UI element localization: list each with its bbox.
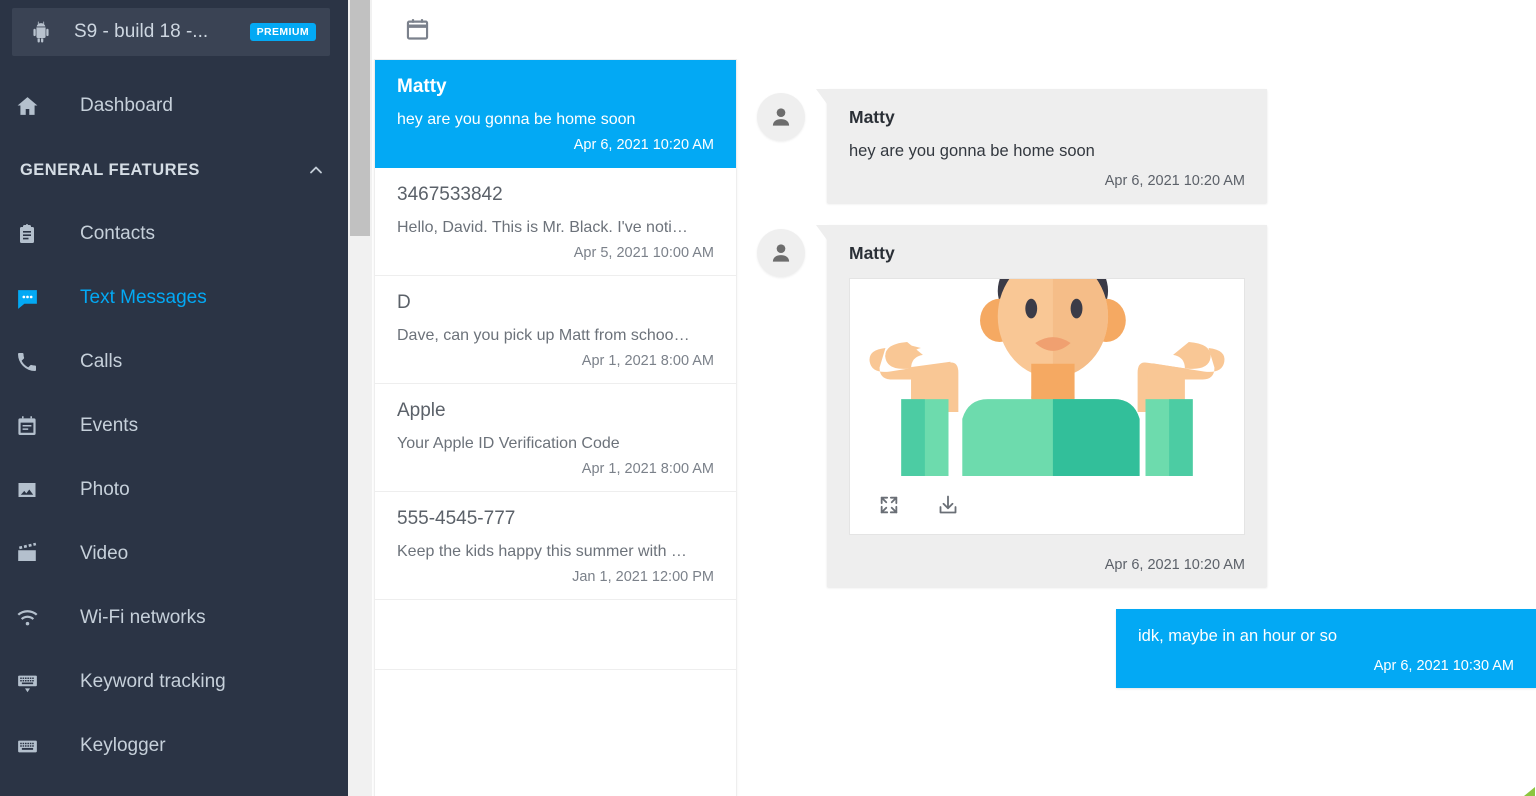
calendar-icon xyxy=(12,411,42,441)
message-row: Matty hey are you gonna be home soon Apr… xyxy=(737,89,1536,203)
page-scrollbar-track[interactable] xyxy=(348,0,372,796)
message-text: idk, maybe in an hour or so xyxy=(1138,627,1338,645)
conversation-snippet: Your Apple ID Verification Code xyxy=(397,435,620,452)
conversation-item[interactable] xyxy=(375,600,736,670)
topbar xyxy=(372,0,1536,59)
message-date: Apr 6, 2021 10:30 AM xyxy=(1373,658,1514,674)
sidebar-item-label: Keylogger xyxy=(80,735,166,756)
sidebar-item-text-messages[interactable]: Text Messages xyxy=(0,266,348,330)
video-icon xyxy=(12,539,42,569)
conversation-item[interactable]: 555-4545-777 Keep the kids happy this su… xyxy=(375,492,736,600)
message-date: Apr 6, 2021 10:20 AM xyxy=(1104,557,1245,573)
message-thread: Matty hey are you gonna be home soon Apr… xyxy=(737,59,1536,796)
message-sender: Matty xyxy=(849,107,895,127)
conversation-name: 555-4545-777 xyxy=(397,508,516,529)
sidebar-item-contacts[interactable]: Contacts xyxy=(0,202,348,266)
wifi-icon xyxy=(12,603,42,633)
conversation-snippet: Hello, David. This is Mr. Black. I've no… xyxy=(397,219,688,236)
conversation-name: D xyxy=(397,292,411,313)
page-scrollbar-thumb[interactable] xyxy=(350,0,370,236)
sidebar-section-label: GENERAL FEATURES xyxy=(20,160,200,179)
conversation-item[interactable]: D Dave, can you pick up Matt from schoo…… xyxy=(375,276,736,384)
sidebar-item-dashboard[interactable]: Dashboard xyxy=(0,74,348,138)
corner-accent-marker xyxy=(1522,784,1536,796)
message-date: Apr 6, 2021 10:20 AM xyxy=(1104,173,1245,189)
sidebar-item-keylogger[interactable]: Keylogger xyxy=(0,714,348,778)
conversation-snippet: Dave, can you pick up Matt from schoo… xyxy=(397,327,690,344)
message-text: hey are you gonna be home soon xyxy=(849,142,1095,160)
sidebar-item-events[interactable]: Events xyxy=(0,394,348,458)
sidebar-item-label: Photo xyxy=(80,479,130,500)
image-attachment[interactable] xyxy=(849,278,1245,535)
sidebar-item-label: Text Messages xyxy=(80,287,207,308)
conversation-name: Matty xyxy=(397,76,447,97)
conversation-name: 3467533842 xyxy=(397,184,503,205)
conversation-snippet: Keep the kids happy this summer with … xyxy=(397,543,687,560)
calendar-icon[interactable] xyxy=(400,13,434,47)
conversation-date: Apr 5, 2021 10:00 AM xyxy=(573,245,714,261)
shrugging-person-illustration xyxy=(850,279,1244,476)
conversation-item[interactable]: Matty hey are you gonna be home soon Apr… xyxy=(375,60,736,168)
attachment-actions xyxy=(850,476,1244,534)
fullscreen-icon[interactable] xyxy=(878,494,900,516)
sidebar-item-calls[interactable]: Calls xyxy=(0,330,348,394)
sidebar-item-keyword-tracking[interactable]: Keyword tracking xyxy=(0,650,348,714)
conversation-date: Jan 1, 2021 12:00 PM xyxy=(572,569,714,585)
home-icon xyxy=(12,91,42,121)
main-content: Matty hey are you gonna be home soon Apr… xyxy=(372,0,1536,796)
contacts-icon xyxy=(12,219,42,249)
message-icon xyxy=(12,283,42,313)
android-icon xyxy=(26,20,56,44)
conversation-snippet: hey are you gonna be home soon xyxy=(397,111,636,128)
conversation-date: Apr 6, 2021 10:20 AM xyxy=(573,137,714,153)
sidebar-item-label: Contacts xyxy=(80,223,155,244)
conversation-item[interactable]: Apple Your Apple ID Verification Code Ap… xyxy=(375,384,736,492)
message-bubble-outgoing: idk, maybe in an hour or so Apr 6, 2021 … xyxy=(1116,609,1536,688)
message-sender: Matty xyxy=(849,243,895,263)
phone-icon xyxy=(12,347,42,377)
sidebar-item-label: Wi-Fi networks xyxy=(80,607,206,628)
conversation-date: Apr 1, 2021 8:00 AM xyxy=(581,461,714,477)
message-bubble-incoming: Matty hey are you gonna be home soon Apr… xyxy=(816,89,1267,203)
content-area: Matty hey are you gonna be home soon Apr… xyxy=(372,59,1536,796)
image-icon xyxy=(12,475,42,505)
device-title: S9 - build 18 -... xyxy=(74,21,209,42)
device-selector[interactable]: S9 - build 18 -... PREMIUM xyxy=(12,8,330,56)
sidebar-item-label: Video xyxy=(80,543,129,564)
conversation-item[interactable]: 3467533842 Hello, David. This is Mr. Bla… xyxy=(375,168,736,276)
avatar xyxy=(757,229,805,277)
avatar xyxy=(757,93,805,141)
message-bubble-incoming: Matty Apr 6, 2021 10:20 AM xyxy=(816,225,1267,587)
premium-badge: PREMIUM xyxy=(249,23,316,41)
message-row: Matty Apr 6, 2021 10:20 AM xyxy=(737,225,1536,587)
sidebar-item-label: Calls xyxy=(80,351,123,372)
conversation-list[interactable]: Matty hey are you gonna be home soon Apr… xyxy=(374,59,737,796)
sidebar-item-video[interactable]: Video xyxy=(0,522,348,586)
sidebar-item-label: Dashboard xyxy=(80,95,173,116)
keyboard-down-icon xyxy=(12,667,42,697)
conversation-date: Apr 1, 2021 8:00 AM xyxy=(581,353,714,369)
sidebar-section-general-features[interactable]: GENERAL FEATURES xyxy=(0,138,348,202)
message-row: idk, maybe in an hour or so Apr 6, 2021 … xyxy=(737,609,1536,688)
chevron-up-icon xyxy=(306,160,326,180)
sidebar-item-label: Events xyxy=(80,415,139,436)
keyboard-icon xyxy=(12,731,42,761)
app-root: S9 - build 18 -... PREMIUM Dashboard GEN… xyxy=(0,0,1536,796)
sidebar: S9 - build 18 -... PREMIUM Dashboard GEN… xyxy=(0,0,348,796)
sidebar-item-photo[interactable]: Photo xyxy=(0,458,348,522)
sidebar-item-wifi-networks[interactable]: Wi-Fi networks xyxy=(0,586,348,650)
download-icon[interactable] xyxy=(936,493,960,517)
sidebar-item-label: Keyword tracking xyxy=(80,671,226,692)
conversation-name: Apple xyxy=(397,400,446,421)
